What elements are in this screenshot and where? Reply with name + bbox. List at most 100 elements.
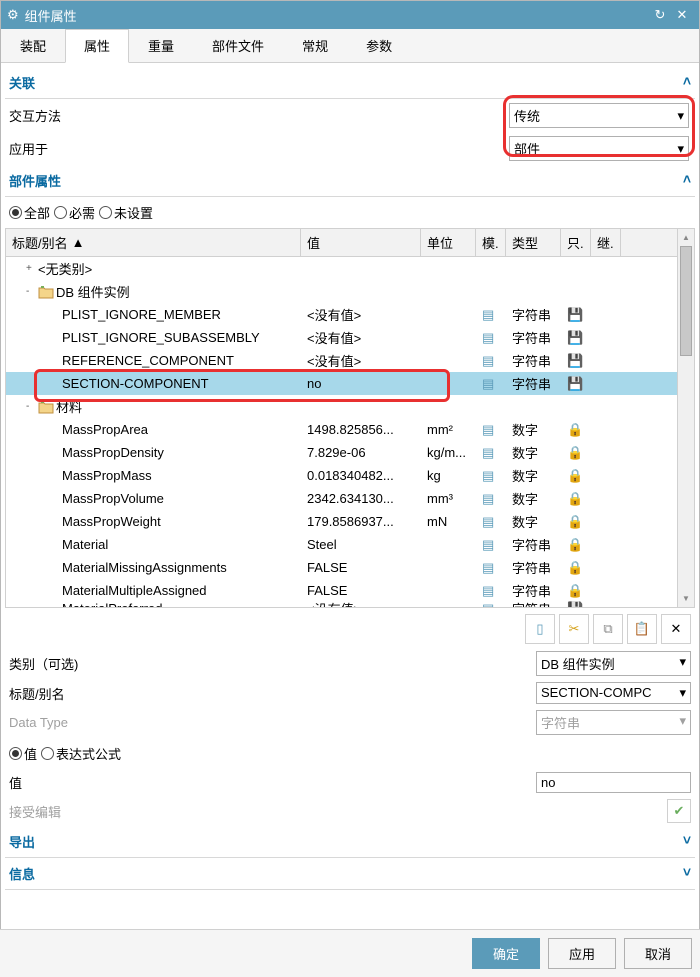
tab-5[interactable]: 参数: [347, 29, 411, 62]
tab-2[interactable]: 重量: [129, 29, 193, 62]
save-icon: 💾: [567, 376, 581, 390]
page-icon: ▤: [482, 353, 496, 367]
x-icon: ✕: [671, 621, 682, 637]
apply-to-select[interactable]: 部件▾: [509, 136, 689, 161]
col-name[interactable]: 标题/别名 ▲: [6, 229, 301, 256]
scroll-down-icon[interactable]: ▼: [678, 590, 694, 607]
sort-asc-icon: ▲: [72, 235, 85, 250]
col-readonly[interactable]: 只.: [561, 229, 591, 256]
page-icon: ▤: [482, 376, 496, 390]
check-icon: ✔: [674, 803, 685, 819]
page-icon: ▤: [482, 445, 496, 459]
section-info-header[interactable]: 信息 ˅: [5, 858, 695, 890]
table-row[interactable]: SECTION-COMPONENTno▤字符串💾: [6, 372, 677, 395]
expand-icon[interactable]: +: [26, 263, 36, 274]
group-row[interactable]: +<无类别>: [6, 257, 677, 280]
table-row[interactable]: MaterialPreferred<没有值>▤字符串💾: [6, 602, 677, 607]
window-title: 组件属性: [25, 6, 649, 25]
interaction-method-label: 交互方法: [9, 106, 509, 125]
interaction-method-select[interactable]: 传统▾: [509, 103, 689, 128]
accept-edit-label: 接受编辑: [9, 802, 663, 821]
tab-3[interactable]: 部件文件: [193, 29, 283, 62]
group-row[interactable]: -DB 组件实例: [6, 280, 677, 303]
page-icon: ▯: [536, 621, 543, 637]
page-icon: ▤: [482, 422, 496, 436]
gear-icon: ⚙: [7, 7, 19, 23]
group-row[interactable]: -材料: [6, 395, 677, 418]
radio-必需[interactable]: 必需: [54, 203, 95, 222]
accept-check-button[interactable]: ✔: [667, 799, 691, 823]
section-assoc-title: 关联: [9, 73, 35, 92]
alias-select[interactable]: SECTION-COMPC▾: [536, 682, 691, 704]
table-row[interactable]: MassPropVolume2342.634130...mm³▤数字🔒: [6, 487, 677, 510]
scroll-thumb[interactable]: [680, 246, 692, 356]
titlebar: ⚙ 组件属性 ↻ ✕: [1, 1, 699, 29]
paste-button[interactable]: 📋: [627, 614, 657, 644]
copy-button[interactable]: ⧉: [593, 614, 623, 644]
page-icon: ▤: [482, 583, 496, 597]
tab-0[interactable]: 装配: [1, 29, 65, 62]
reload-icon[interactable]: ↻: [649, 7, 671, 23]
cancel-button[interactable]: 取消: [624, 938, 692, 969]
lock-icon: 🔒: [567, 583, 581, 597]
radio-值[interactable]: 值: [9, 744, 37, 763]
expand-icon[interactable]: -: [26, 401, 36, 412]
col-value[interactable]: 值: [301, 229, 421, 256]
table-row[interactable]: MassPropMass0.018340482...kg▤数字🔒: [6, 464, 677, 487]
scrollbar[interactable]: ▲ ▼: [677, 229, 694, 607]
table-row[interactable]: PLIST_IGNORE_MEMBER<没有值>▤字符串💾: [6, 303, 677, 326]
new-button[interactable]: ▯: [525, 614, 555, 644]
lock-icon: 🔒: [567, 445, 581, 459]
save-icon: 💾: [567, 307, 581, 321]
section-assoc-header[interactable]: 关联 ˄: [5, 67, 695, 99]
cut-button[interactable]: ✂: [559, 614, 589, 644]
radio-dot-icon: [9, 747, 22, 760]
radio-表达式公式[interactable]: 表达式公式: [41, 744, 121, 763]
value-label: 值: [9, 773, 536, 792]
table-row[interactable]: MassPropWeight179.8586937...mN▤数字🔒: [6, 510, 677, 533]
filter-radios: 全部必需未设置: [5, 197, 695, 228]
table-row[interactable]: MaterialMissingAssignmentsFALSE▤字符串🔒: [6, 556, 677, 579]
radio-dot-icon: [41, 747, 54, 760]
tab-4[interactable]: 常规: [283, 29, 347, 62]
col-mod[interactable]: 模.: [476, 229, 506, 256]
chevron-up-icon: ˄: [683, 171, 691, 190]
save-icon: 💾: [567, 601, 581, 607]
apply-button[interactable]: 应用: [548, 938, 616, 969]
value-input[interactable]: no: [536, 772, 691, 793]
page-icon: ▤: [482, 330, 496, 344]
category-label: 类别（可选): [9, 654, 536, 673]
chevron-down-icon: ▾: [679, 713, 686, 732]
table-row[interactable]: MassPropDensity7.829e-06kg/m...▤数字🔒: [6, 441, 677, 464]
section-export-header[interactable]: 导出 ˅: [5, 826, 695, 858]
delete-button[interactable]: ✕: [661, 614, 691, 644]
expand-icon[interactable]: -: [26, 286, 36, 297]
table-row[interactable]: MaterialSteel▤字符串🔒: [6, 533, 677, 556]
scroll-up-icon[interactable]: ▲: [678, 229, 694, 246]
page-icon: ▤: [482, 491, 496, 505]
ok-button[interactable]: 确定: [472, 938, 540, 969]
alias-label: 标题/别名: [9, 684, 536, 703]
chevron-down-icon: ▾: [677, 141, 684, 157]
apply-to-label: 应用于: [9, 139, 509, 158]
table-row[interactable]: MassPropArea1498.825856...mm²▤数字🔒: [6, 418, 677, 441]
radio-未设置[interactable]: 未设置: [99, 203, 153, 222]
category-select[interactable]: DB 组件实例▾: [536, 651, 691, 676]
detail-toolbar: ▯ ✂ ⧉ 📋 ✕: [5, 608, 695, 648]
page-icon: ▤: [482, 468, 496, 482]
table-row[interactable]: PLIST_IGNORE_SUBASSEMBLY<没有值>▤字符串💾: [6, 326, 677, 349]
tab-1[interactable]: 属性: [65, 29, 129, 63]
chevron-down-icon: ▾: [679, 685, 686, 701]
col-unit[interactable]: 单位: [421, 229, 476, 256]
radio-全部[interactable]: 全部: [9, 203, 50, 222]
copy-icon: ⧉: [603, 621, 612, 637]
col-type[interactable]: 类型: [506, 229, 561, 256]
lock-icon: 🔒: [567, 422, 581, 436]
lock-icon: 🔒: [567, 491, 581, 505]
table-row[interactable]: REFERENCE_COMPONENT<没有值>▤字符串💾: [6, 349, 677, 372]
lock-icon: 🔒: [567, 468, 581, 482]
section-props-header[interactable]: 部件属性 ˄: [5, 165, 695, 197]
chevron-down-icon: ▾: [679, 654, 686, 673]
col-inherit[interactable]: 继.: [591, 229, 621, 256]
close-icon[interactable]: ✕: [671, 7, 693, 23]
